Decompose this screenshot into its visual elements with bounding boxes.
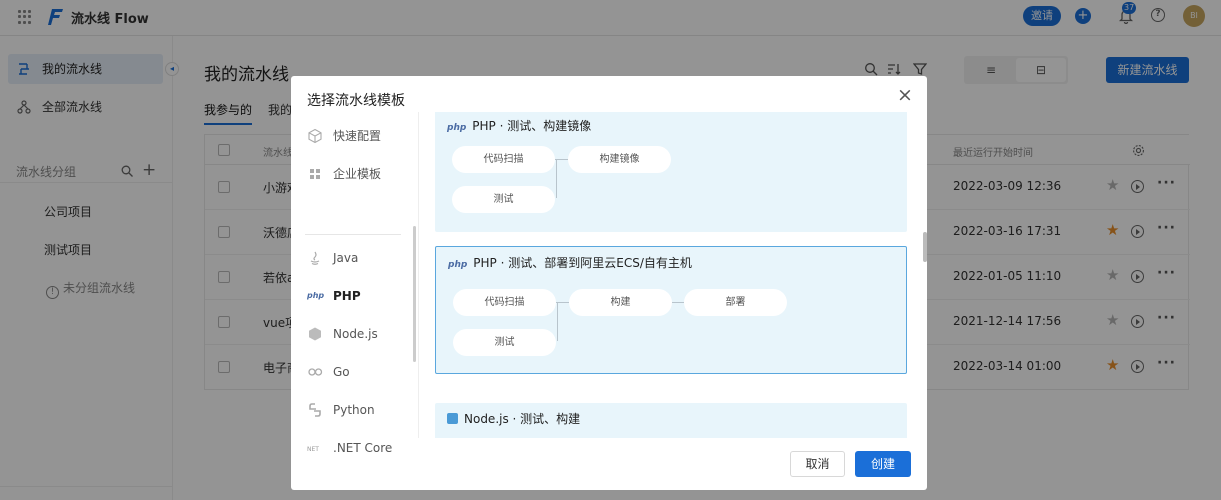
template-title-text: PHP · 测试、构建镜像 bbox=[472, 119, 592, 133]
nav-label: PHP bbox=[333, 289, 361, 303]
template-title-text: PHP · 测试、部署到阿里云ECS/自有主机 bbox=[473, 256, 692, 270]
nodejs-icon bbox=[447, 413, 458, 424]
template-list: php PHP · 测试、构建镜像 代码扫描 构建镜像 测试 php PHP · 测… bbox=[418, 112, 927, 438]
nodejs-icon bbox=[309, 327, 321, 341]
nav-item-quick-config[interactable]: 快速配置 bbox=[305, 124, 405, 148]
template-title-text: Node.js · 测试、构建 bbox=[464, 412, 581, 426]
nav-label: Python bbox=[333, 403, 375, 417]
grid-icon bbox=[310, 169, 320, 179]
template-title: php PHP · 测试、部署到阿里云ECS/自有主机 bbox=[448, 254, 692, 271]
step-pill: 测试 bbox=[452, 186, 555, 213]
template-dialog: 选择流水线模板 × 快速配置 企业模板 Java php PHP Node.js… bbox=[291, 76, 927, 490]
python-icon bbox=[309, 403, 321, 417]
dialog-title: 选择流水线模板 bbox=[307, 93, 405, 109]
nav-label: Node.js bbox=[333, 327, 378, 341]
step-connector bbox=[556, 160, 557, 198]
content-scrollbar[interactable] bbox=[923, 232, 927, 262]
step-connector bbox=[672, 302, 684, 303]
java-icon bbox=[310, 251, 320, 265]
step-pill: 部署 bbox=[684, 289, 787, 316]
step-pill: 测试 bbox=[453, 329, 556, 356]
dialog-footer: 取消 创建 bbox=[291, 438, 927, 490]
step-pill: 构建镜像 bbox=[568, 146, 671, 173]
cube-icon bbox=[308, 128, 322, 144]
nav-item-php[interactable]: php PHP bbox=[305, 284, 405, 308]
nav-divider bbox=[305, 234, 401, 235]
nav-scrollbar[interactable] bbox=[413, 226, 416, 362]
nav-item-enterprise-templates[interactable]: 企业模板 bbox=[305, 162, 405, 186]
nav-item-go[interactable]: Go bbox=[305, 360, 405, 384]
step-connector bbox=[557, 303, 558, 341]
step-pill: 代码扫描 bbox=[453, 289, 556, 316]
nav-item-java[interactable]: Java bbox=[305, 246, 405, 270]
template-card[interactable]: php PHP · 测试、构建镜像 代码扫描 构建镜像 测试 bbox=[435, 112, 907, 232]
go-icon bbox=[308, 368, 323, 376]
nav-item-python[interactable]: Python bbox=[305, 398, 405, 422]
step-pill: 构建 bbox=[569, 289, 672, 316]
template-card[interactable]: Node.js · 测试、构建 bbox=[435, 403, 907, 438]
nav-item-nodejs[interactable]: Node.js bbox=[305, 322, 405, 346]
php-icon: php bbox=[447, 123, 467, 133]
nav-label: 企业模板 bbox=[333, 167, 382, 181]
template-title: php PHP · 测试、构建镜像 bbox=[447, 117, 591, 134]
nav-label: Go bbox=[333, 365, 350, 379]
create-button[interactable]: 创建 bbox=[855, 451, 911, 477]
template-card-selected[interactable]: php PHP · 测试、部署到阿里云ECS/自有主机 代码扫描 构建 部署 测试 bbox=[435, 246, 907, 374]
nav-label: Java bbox=[333, 251, 359, 265]
step-pill: 代码扫描 bbox=[452, 146, 555, 173]
template-title: Node.js · 测试、构建 bbox=[447, 410, 580, 427]
template-category-nav: 快速配置 企业模板 Java php PHP Node.js Go Python… bbox=[291, 116, 417, 455]
close-icon[interactable]: × bbox=[897, 86, 913, 105]
php-icon: php bbox=[307, 291, 325, 300]
cancel-button[interactable]: 取消 bbox=[790, 451, 845, 477]
nav-label: 快速配置 bbox=[333, 129, 382, 143]
php-icon: php bbox=[448, 260, 468, 270]
